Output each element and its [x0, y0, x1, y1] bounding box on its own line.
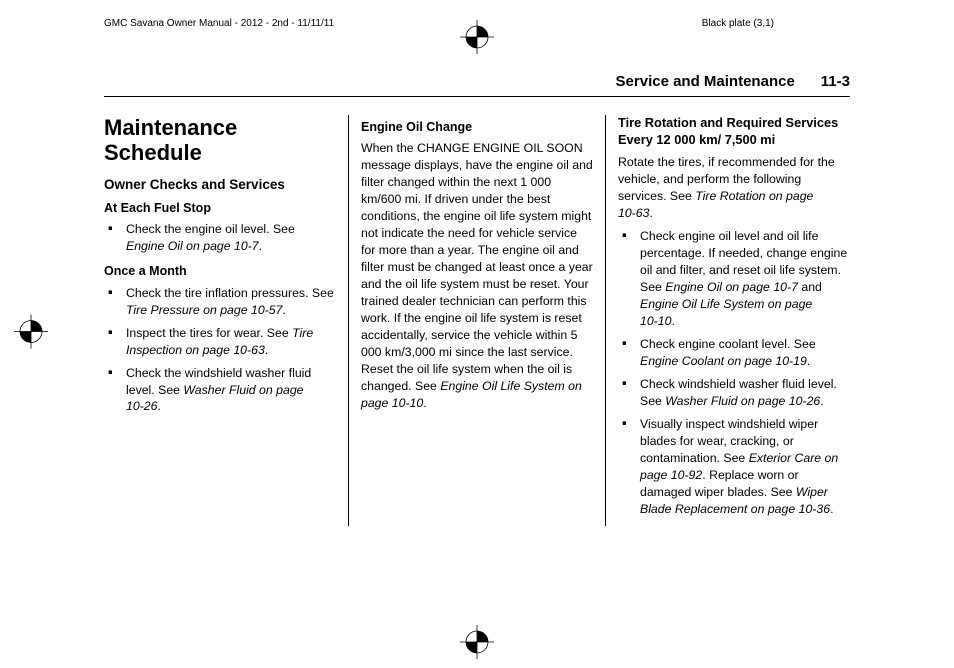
list-item: Check the tire inflation pressures. See …: [104, 285, 336, 319]
column-1: Maintenance Schedule Owner Checks and Se…: [104, 115, 349, 526]
body-text: and: [798, 280, 822, 294]
doc-info: GMC Savana Owner Manual - 2012 - 2nd - 1…: [104, 18, 334, 29]
list-monthly: Check the tire inflation pressures. See …: [104, 285, 336, 416]
body-text: Inspect the tires for wear. See: [126, 326, 292, 340]
body-text: .: [820, 394, 823, 408]
list-item: Visually inspect windshield wiper blades…: [618, 416, 850, 518]
ref-text: Tire Pressure on page 10‑57: [126, 303, 282, 317]
body-text: .: [671, 314, 674, 328]
column-2: Engine Oil Change When the CHANGE ENGINE…: [349, 115, 606, 526]
list-item: Check engine coolant level. See Engine C…: [618, 336, 850, 370]
crop-mark-top-icon: [460, 20, 494, 54]
body-text: .: [265, 343, 268, 357]
crop-mark-left-icon: [14, 315, 48, 354]
body-text: Check the engine oil level. See: [126, 222, 295, 236]
heading-once-a-month: Once a Month: [104, 263, 336, 280]
ref-text: Engine Oil Life System on page 10‑10: [640, 297, 812, 328]
page-number: 11-3: [821, 73, 850, 90]
list-item: Check the windshield washer fluid level.…: [104, 365, 336, 416]
column-3: Tire Rotation and Required Services Ever…: [606, 115, 850, 526]
list-item: Check windshield washer fluid level. See…: [618, 376, 850, 410]
body-text: .: [649, 206, 652, 220]
body-text: .: [423, 396, 426, 410]
body-text: .: [807, 354, 810, 368]
list-item: Check engine oil level and oil life perc…: [618, 228, 850, 330]
list-item: Inspect the tires for wear. See Tire Ins…: [104, 325, 336, 359]
heading-each-fuel-stop: At Each Fuel Stop: [104, 200, 336, 217]
body-text: Check the tire inflation pressures. See: [126, 286, 334, 300]
body-text: Check engine coolant level. See: [640, 337, 816, 351]
paragraph-tire-intro: Rotate the tires, if recommended for the…: [618, 154, 850, 222]
crop-mark-bottom-icon: [460, 625, 494, 664]
ref-text: Engine Coolant on page 10‑19: [640, 354, 807, 368]
ref-text: Engine Oil on page 10‑7: [665, 280, 798, 294]
heading-tire-rotation: Tire Rotation and Required Services Ever…: [618, 115, 850, 148]
heading-maintenance-schedule: Maintenance Schedule: [104, 115, 336, 166]
plate-info: Black plate (3,1): [702, 18, 774, 29]
content-area: Maintenance Schedule Owner Checks and Se…: [0, 97, 954, 526]
heading-engine-oil-change: Engine Oil Change: [361, 119, 593, 136]
ref-text: Engine Oil on page 10‑7: [126, 239, 259, 253]
body-text: .: [830, 502, 833, 516]
body-text: .: [157, 399, 160, 413]
list-tire-services: Check engine oil level and oil life perc…: [618, 228, 850, 518]
heading-owner-checks: Owner Checks and Services: [104, 176, 336, 195]
ref-text: Washer Fluid on page 10‑26: [665, 394, 820, 408]
body-text: .: [259, 239, 262, 253]
section-name: Service and Maintenance: [616, 73, 795, 90]
list-fuel-stop: Check the engine oil level. See Engine O…: [104, 221, 336, 255]
list-item: Check the engine oil level. See Engine O…: [104, 221, 336, 255]
body-text: .: [282, 303, 285, 317]
body-text: When the CHANGE ENGINE OIL SOON message …: [361, 141, 593, 393]
paragraph-engine-oil: When the CHANGE ENGINE OIL SOON message …: [361, 140, 593, 412]
page-header: GMC Savana Owner Manual - 2012 - 2nd - 1…: [0, 0, 954, 37]
